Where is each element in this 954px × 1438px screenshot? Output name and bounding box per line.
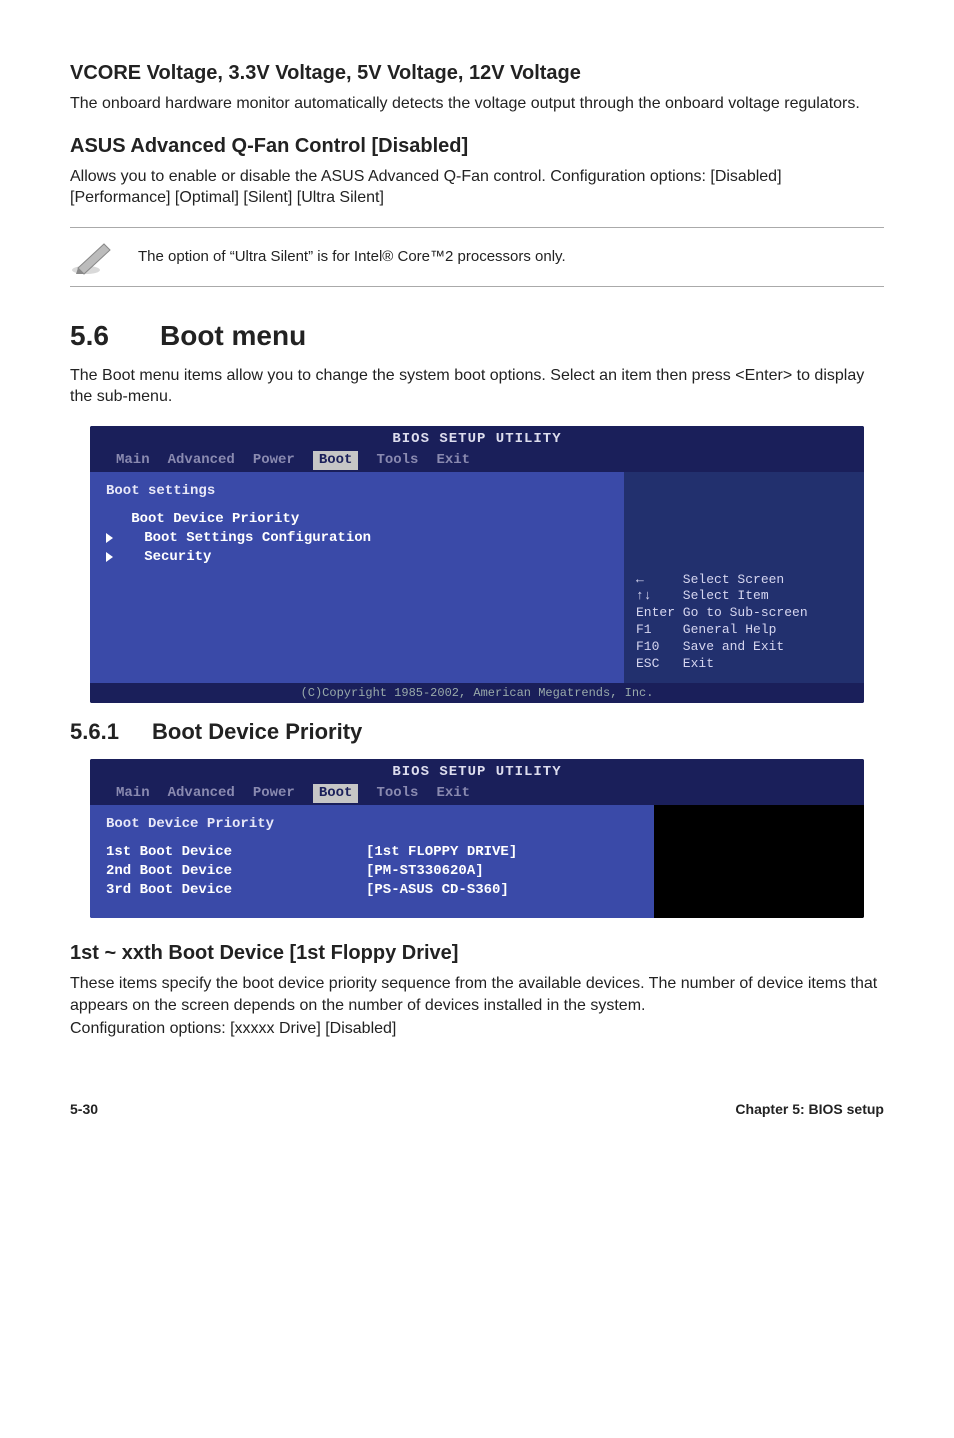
subsection-heading: 5.6.1Boot Device Priority: [70, 717, 884, 747]
bios-tab-exit: Exit: [436, 451, 470, 470]
bios-left-pane: Boot Device Priority 1st Boot Device[1st…: [90, 805, 654, 919]
section-paragraph: The Boot menu items allow you to change …: [70, 365, 884, 408]
page-number: 5-30: [70, 1100, 98, 1119]
bios-tab-power: Power: [253, 784, 295, 803]
paragraph-boot-device-2: Configuration options: [xxxxx Drive] [Di…: [70, 1018, 884, 1040]
subsection-title: Boot Device Priority: [152, 719, 362, 744]
section-heading: 5.6Boot menu: [70, 317, 884, 355]
bios-tab-exit: Exit: [436, 784, 470, 803]
bios-boot-row: 2nd Boot Device[PM-ST330620A]: [106, 862, 638, 881]
bios-copyright: (C)Copyright 1985-2002, American Megatre…: [90, 683, 864, 703]
bios-tab-main: Main: [116, 784, 150, 803]
bios-item: Security: [106, 548, 608, 567]
bios-tab-advanced: Advanced: [168, 784, 235, 803]
bios-tab-tools: Tools: [376, 451, 418, 470]
bios-item: Boot Settings Configuration: [106, 529, 608, 548]
bios-boot-row: 3rd Boot Device[PS-ASUS CD-S360]: [106, 881, 638, 900]
bios-row-value: [PM-ST330620A]: [366, 863, 484, 879]
triangle-icon: [106, 552, 113, 562]
bios-row-value: [1st FLOPPY DRIVE]: [366, 844, 517, 860]
bios-left-header: Boot settings: [106, 482, 608, 501]
page-footer: 5-30 Chapter 5: BIOS setup: [70, 1100, 884, 1119]
bios-title: BIOS SETUP UTILITY: [90, 426, 864, 449]
bios-item-label: Security: [119, 549, 211, 565]
bios-help-row: ↑↓ Select Item: [636, 588, 852, 605]
heading-vcore: VCORE Voltage, 3.3V Voltage, 5V Voltage,…: [70, 60, 884, 87]
bios-tabs: Main Advanced Power Boot Tools Exit: [90, 449, 864, 472]
heading-boot-device: 1st ~ xxth Boot Device [1st Floppy Drive…: [70, 940, 884, 967]
pencil-icon: [70, 238, 114, 276]
heading-qfan: ASUS Advanced Q-Fan Control [Disabled]: [70, 133, 884, 160]
paragraph-vcore: The onboard hardware monitor automatical…: [70, 93, 884, 115]
bios-tab-boot: Boot: [313, 451, 359, 470]
bios-row-value: [PS-ASUS CD-S360]: [366, 882, 509, 898]
paragraph-qfan: Allows you to enable or disable the ASUS…: [70, 166, 884, 209]
bios-row-key: 2nd Boot Device: [106, 862, 366, 881]
section-number: 5.6: [70, 317, 160, 355]
bios-row-key: 3rd Boot Device: [106, 881, 366, 900]
bios-row-key: 1st Boot Device: [106, 843, 366, 862]
bios-screenshot-boot-priority: BIOS SETUP UTILITY Main Advanced Power B…: [90, 759, 864, 918]
subsection-number: 5.6.1: [70, 717, 152, 747]
bios-help-row: ESC Exit: [636, 656, 852, 673]
note-text: The option of “Ultra Silent” is for Inte…: [138, 247, 566, 267]
bios-title: BIOS SETUP UTILITY: [90, 759, 864, 782]
bios-tab-tools: Tools: [376, 784, 418, 803]
bios-right-pane: ← Select Screen ↑↓ Select Item Enter Go …: [624, 472, 864, 683]
bios-tab-boot: Boot: [313, 784, 359, 803]
bios-item-label: Boot Settings Configuration: [119, 530, 371, 546]
triangle-icon: [106, 533, 113, 543]
bios-right-pane: [654, 805, 864, 919]
bios-screenshot-boot-menu: BIOS SETUP UTILITY Main Advanced Power B…: [90, 426, 864, 703]
bios-help-row: F10 Save and Exit: [636, 639, 852, 656]
bios-tab-main: Main: [116, 451, 150, 470]
bios-help-row: F1 General Help: [636, 622, 852, 639]
paragraph-boot-device-1: These items specify the boot device prio…: [70, 973, 884, 1016]
bios-help: ← Select Screen ↑↓ Select Item Enter Go …: [636, 572, 852, 673]
bios-help-row: Enter Go to Sub-screen: [636, 605, 852, 622]
bios-boot-row: 1st Boot Device[1st FLOPPY DRIVE]: [106, 843, 638, 862]
chapter-label: Chapter 5: BIOS setup: [735, 1100, 884, 1119]
section-title: Boot menu: [160, 320, 306, 351]
bios-tab-power: Power: [253, 451, 295, 470]
bios-tab-advanced: Advanced: [168, 451, 235, 470]
note-block: The option of “Ultra Silent” is for Inte…: [70, 227, 884, 287]
bios-help-row: ← Select Screen: [636, 572, 852, 589]
bios-left-pane: Boot settings Boot Device Priority Boot …: [90, 472, 624, 683]
bios-left-header: Boot Device Priority: [106, 815, 638, 834]
bios-tabs: Main Advanced Power Boot Tools Exit: [90, 782, 864, 805]
bios-item: Boot Device Priority: [106, 510, 608, 529]
